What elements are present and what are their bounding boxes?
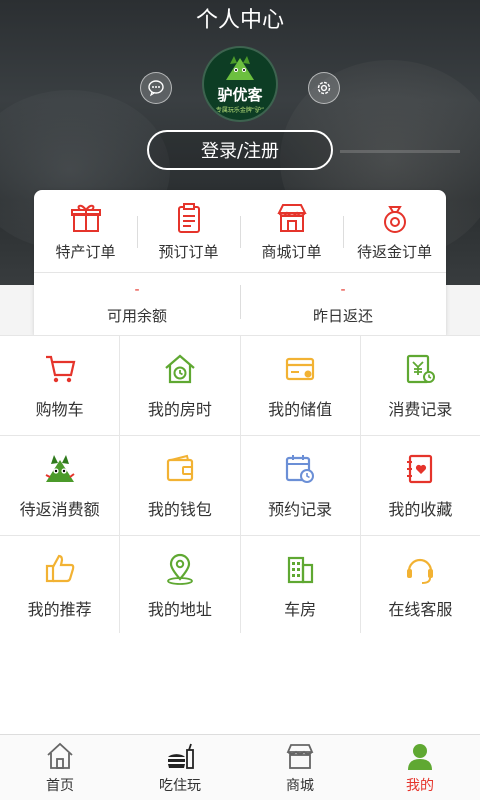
grid-item-label: 购物车 — [35, 399, 84, 419]
logo-brand-text: 驴优客 — [217, 86, 263, 104]
order-mall[interactable]: 商城订单 — [240, 190, 343, 272]
gift-icon — [70, 204, 101, 232]
grid-item-wallet[interactable]: 我的钱包 — [120, 436, 240, 535]
wallet-icon — [166, 454, 193, 481]
stat-value: - — [134, 281, 140, 298]
order-cashback[interactable]: 待返金订单 — [343, 190, 446, 272]
tab-home[interactable]: 首页 — [0, 735, 120, 800]
order-types: 特产订单 预订订单 商城订单 待返金订单 — [34, 190, 446, 273]
order-label: 待返金订单 — [356, 242, 432, 261]
clipboard-icon — [177, 202, 200, 233]
stat-value: - — [340, 281, 346, 298]
tab-mall[interactable]: 商城 — [240, 735, 360, 800]
background-decoration — [340, 150, 460, 153]
store-icon — [276, 203, 307, 232]
page-title: 个人中心 — [195, 8, 284, 33]
grid-item-label: 我的房时 — [147, 399, 212, 419]
grid-item-label: 我的收藏 — [388, 499, 453, 519]
yesterday-return[interactable]: - 昨日返还 — [240, 273, 446, 335]
grid-item-label: 预约记录 — [268, 499, 333, 519]
available-balance[interactable]: - 可用余额 — [34, 273, 240, 335]
settings-button[interactable] — [308, 72, 340, 104]
grid-item-label: 我的推荐 — [27, 599, 92, 619]
message-button[interactable] — [140, 72, 172, 104]
food-icon — [168, 743, 194, 769]
donkey-mascot-icon — [226, 56, 254, 80]
grid-item-cart[interactable]: 购物车 — [0, 336, 120, 435]
tab-label: 首页 — [46, 777, 74, 794]
grid-item-label: 消费记录 — [388, 399, 453, 419]
grid-item-customer-service[interactable]: 在线客服 — [360, 536, 480, 635]
grid-item-recommend[interactable]: 我的推荐 — [0, 536, 120, 635]
grid-item-favorites[interactable]: 我的收藏 — [360, 436, 480, 535]
stat-label: 可用余额 — [106, 306, 167, 325]
grid-item-appointment-record[interactable]: 预约记录 — [240, 436, 360, 535]
mascot-icon — [45, 454, 75, 482]
order-specialty[interactable]: 特产订单 — [34, 190, 137, 272]
grid-item-house-time[interactable]: 我的房时 — [120, 336, 240, 435]
bottom-tab-bar: 首页 吃住玩 商城 我的 — [0, 734, 480, 800]
tab-eat-stay-play[interactable]: 吃住玩 — [120, 735, 240, 800]
card-icon — [286, 357, 315, 380]
order-booking[interactable]: 预订订单 — [137, 190, 240, 272]
order-label: 特产订单 — [55, 242, 116, 261]
order-label: 商城订单 — [261, 242, 322, 261]
grid-item-label: 车房 — [284, 599, 317, 619]
grid-item-car-house[interactable]: 车房 — [240, 536, 360, 635]
shop-icon — [286, 743, 314, 769]
order-summary-card: 特产订单 预订订单 商城订单 待返金订单 - 可用余额 - 昨日返还 — [34, 190, 446, 335]
calendar-clock-icon — [286, 454, 315, 483]
grid-item-label: 我的储值 — [268, 399, 333, 419]
user-icon — [408, 743, 432, 770]
chat-icon — [148, 80, 164, 97]
grid-item-label: 我的钱包 — [147, 499, 212, 519]
grid-item-address[interactable]: 我的地址 — [120, 536, 240, 635]
grid-item-label: 我的地址 — [147, 599, 212, 619]
tab-label: 吃住玩 — [159, 777, 201, 794]
money-bag-icon — [383, 205, 406, 233]
favorite-book-icon — [407, 454, 433, 483]
grid-item-label: 待返消费额 — [19, 499, 100, 519]
login-register-button[interactable]: 登录/注册 — [147, 130, 333, 170]
grid-item-stored-value[interactable]: 我的储值 — [240, 336, 360, 435]
cart-icon — [45, 355, 76, 382]
grid-item-pending-cashback[interactable]: 待返消费额 — [0, 436, 120, 535]
stat-label: 昨日返还 — [312, 306, 373, 325]
feature-grid: 购物车 我的房时 我的储值 消费记录 待返消费额 我的钱包 预约记录 我的收藏 … — [0, 335, 480, 635]
tab-label: 我的 — [406, 777, 434, 794]
order-label: 预订订单 — [158, 242, 219, 261]
brand-logo: 驴优客 专属玩乐金牌“驴” — [202, 46, 278, 122]
logo-slogan: 专属玩乐金牌“驴” — [215, 107, 265, 114]
grid-item-spending-record[interactable]: 消费记录 — [360, 336, 480, 435]
grid-item-label: 在线客服 — [388, 599, 453, 619]
settings-icon — [317, 81, 331, 95]
headset-icon — [407, 558, 434, 584]
house-clock-icon — [165, 354, 195, 383]
balance-stats: - 可用余额 - 昨日返还 — [34, 273, 446, 335]
home-icon — [47, 742, 73, 769]
location-icon — [166, 553, 193, 585]
tab-mine[interactable]: 我的 — [360, 735, 480, 800]
thumbs-up-icon — [45, 554, 74, 582]
tab-label: 商城 — [286, 777, 314, 794]
receipt-icon — [407, 354, 436, 383]
building-icon — [288, 556, 314, 583]
